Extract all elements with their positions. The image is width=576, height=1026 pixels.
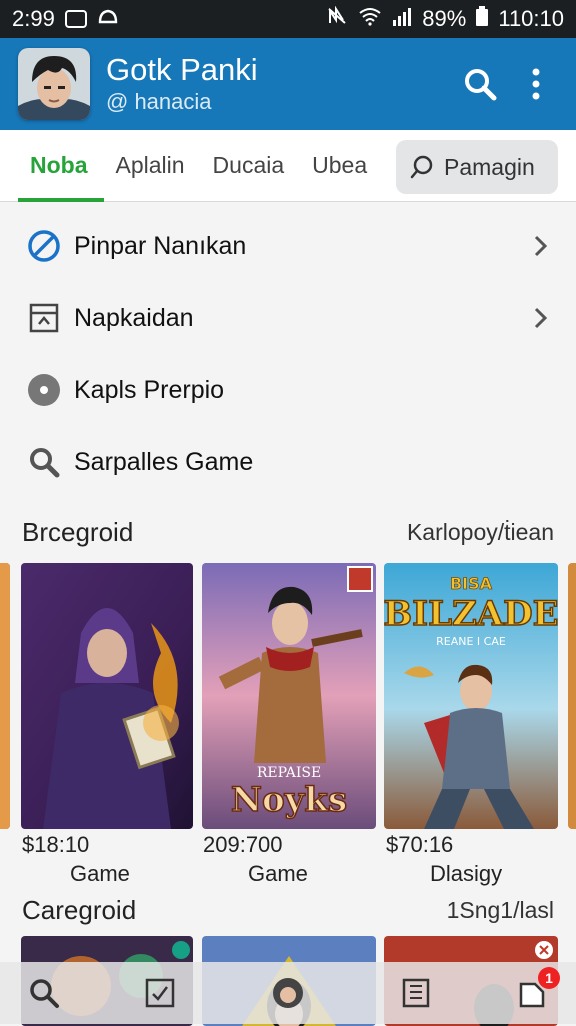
tab-search-label: Pamagin [444,153,535,180]
status-time: 2:99 [12,6,55,31]
avatar[interactable] [18,48,90,120]
menu-item-label: Pinpar Nanıkan [74,231,247,260]
game-card-partial[interactable] [568,563,576,829]
tab-ubea[interactable]: Ubea [312,130,367,202]
card-price: 209:700 [203,832,283,857]
card-price: $70:16 [386,832,454,857]
status-bar: 2:99 89% 110:10 [0,0,576,38]
home-icon [273,978,303,1008]
section-link[interactable]: 1Sng1/lasl [447,897,554,924]
nav-notifications-button[interactable]: 1 [514,967,560,1011]
menu-item-kapls[interactable]: Kapls Prerpio [0,354,576,426]
mute-icon [326,5,348,32]
tab-bar: Noba Aplalin Ducaia Ubea Pamagin [0,130,576,202]
menu-item-pinpar[interactable]: Pinpar Nanıkan [0,210,576,282]
card-caption: Game [70,861,130,886]
game-card-partial[interactable] [0,563,10,829]
card-price: $18:10 [22,832,90,857]
more-options-button[interactable] [514,62,558,106]
game-card[interactable] [21,563,193,829]
menu-item-label: Napkaidan [74,303,194,332]
app-title: Gotk Panki [106,52,258,87]
chevron-right-icon [534,235,548,257]
blocked-icon [26,228,62,264]
menu-item-label: Sarpalles Game [74,447,254,476]
nav-home-button[interactable] [258,975,318,1011]
bottom-nav: 1 [0,962,576,1024]
card-art-kicker: REANE I CAE [436,635,506,648]
game-art-hero: BISA BILZADE REANE I CAE [384,563,558,829]
app-header: Gotk Panki @ hanacia [0,38,576,130]
disc-icon [26,372,62,408]
card-caption: Dlasigy [430,861,503,886]
section-header: Caregroid 1Sng1/lasl [0,890,576,930]
card-art-title: Noyks [231,780,347,820]
game-card[interactable]: REPAISE Noyks [202,563,376,829]
search-icon [26,444,62,480]
tab-aplalin[interactable]: Aplalin [116,130,185,202]
library-icon [402,978,430,1008]
game-card[interactable]: BISA BILZADE REANE I CAE [384,563,558,829]
search-icon [410,155,433,179]
menu-item-label: Kapls Prerpio [74,375,225,404]
more-vertical-icon [532,68,540,100]
app-subtitle: @ hanacia [106,89,212,114]
game-art-warrior: REPAISE Noyks [202,563,376,829]
checklist-icon [145,978,175,1008]
section-title: Caregroid [22,894,137,925]
section-title: Brcegroid [22,516,134,547]
wifi-icon [358,6,382,32]
tab-noba[interactable]: Noba [18,130,103,202]
search-icon [465,69,497,101]
card-caption: Game [248,861,308,886]
battery-percent: 89% [422,6,467,31]
nav-checklist-button[interactable] [142,975,178,1011]
game-art-mage [21,563,193,829]
menu-list: Pinpar Nanıkan Napkaidan Kapls Prerpio S… [0,210,576,498]
menu-item-sarpalles[interactable]: Sarpalles Game [0,426,576,498]
search-icon [30,979,59,1008]
card-art-title: BILZADE [384,594,558,634]
menu-item-napkaidan[interactable]: Napkaidan [0,282,576,354]
signal-icon [392,6,412,32]
chevron-right-icon [534,307,548,329]
section-link[interactable]: Karlopoy/ṫiean [407,519,554,546]
photo-notification-icon [64,10,87,28]
game-carousel: REPAISE Noyks BISA BILZADE REANE I CAE [0,563,576,833]
card-art-kicker: REPAISE [257,765,321,781]
battery-icon [476,6,489,32]
status-clock: 110:10 [498,6,564,31]
nav-search-button[interactable] [26,975,62,1011]
tab-ducaia[interactable]: Ducaia [213,130,285,202]
section-header: Brcegroid Karlopoy/ṫiean [0,512,576,552]
card-art-top: BISA [450,574,493,593]
tab-search-button[interactable]: Pamagin [396,140,558,194]
notification-badge: 1 [538,967,560,989]
cloud-notification-icon [97,6,119,32]
calendar-icon [26,300,62,336]
search-button[interactable] [458,62,502,106]
nav-library-button[interactable] [398,975,434,1011]
